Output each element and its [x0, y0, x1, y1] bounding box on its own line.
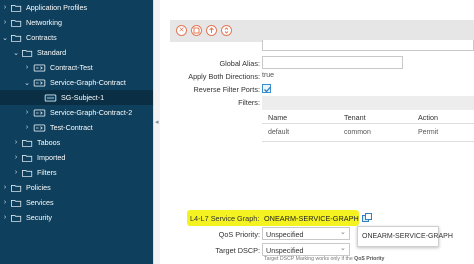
upper-input[interactable]: [262, 40, 474, 51]
tree-item-label: Services: [26, 198, 54, 207]
collapse-arrow-icon[interactable]: ◂: [155, 118, 159, 126]
filter-row-tenant[interactable]: common: [344, 129, 371, 136]
tree-item-label: Service-Graph-Contract: [50, 78, 126, 87]
tree-item-label: Standard: [37, 48, 67, 57]
tree-item-label: Service-Graph-Contract-2: [50, 108, 133, 117]
contract-icon: [33, 123, 46, 132]
upload-icon[interactable]: [206, 25, 217, 36]
tree-item[interactable]: › Policies: [0, 180, 153, 195]
service-graph-label: L4-L7 Service Graph:: [190, 214, 260, 223]
check-icon: [264, 86, 271, 93]
pane-divider[interactable]: [153, 0, 160, 264]
chevron-down-icon[interactable]: ⌄: [340, 244, 346, 252]
folder-icon: [11, 199, 22, 207]
contract-icon: [33, 108, 46, 117]
chevron-right-icon[interactable]: ›: [1, 4, 9, 11]
qos-priority-label: QoS Priority:: [218, 230, 260, 239]
folder-icon: [11, 34, 22, 42]
folder-icon: [22, 169, 33, 177]
chevron-down-icon[interactable]: ⌄: [340, 228, 346, 236]
filters-col-action[interactable]: Action: [418, 113, 438, 122]
apply-both-directions-label: Apply Both Directions:: [188, 72, 260, 81]
tree-item[interactable]: › Application Profiles: [0, 0, 153, 15]
contract-icon: [33, 63, 46, 72]
navigation-tree: › Application Profiles › Networking ⌄ Contrac…: [0, 0, 153, 264]
folder-icon: [22, 139, 33, 147]
tree-item[interactable]: › Services: [0, 195, 153, 210]
target-dscp-label: Target DSCP:: [215, 246, 260, 255]
chevron-down-icon[interactable]: ⌄: [352, 213, 358, 221]
apply-both-directions-value: true: [262, 72, 275, 79]
subject-icon: [44, 93, 57, 102]
folder-icon: [11, 4, 22, 12]
chevron-right-icon[interactable]: ›: [1, 184, 9, 191]
tree-item-label: Filters: [37, 168, 57, 177]
toolbar: ✕: [170, 20, 474, 42]
open-graph-icon[interactable]: [362, 213, 372, 223]
tree-item[interactable]: › Filters: [0, 165, 153, 180]
tree-item-label: Policies: [26, 183, 51, 192]
filters-col-tenant[interactable]: Tenant: [344, 113, 366, 122]
tree-item[interactable]: › Test-Contract: [0, 120, 153, 135]
tree-item-label: Contracts: [26, 33, 57, 42]
folder-icon: [11, 184, 22, 192]
chevron-down-icon[interactable]: ⌄: [1, 34, 9, 42]
folder-icon: [11, 19, 22, 27]
folder-icon: [22, 154, 33, 162]
tree-item[interactable]: ⌄ Contracts: [0, 30, 153, 45]
tree-item[interactable]: › Imported: [0, 150, 153, 165]
delete-icon[interactable]: ✕: [176, 25, 187, 36]
tree-item[interactable]: › Security: [0, 210, 153, 225]
filters-label: Filters:: [238, 98, 260, 107]
table-row-divider: [262, 141, 474, 142]
chevron-right-icon[interactable]: ›: [23, 124, 31, 131]
tree-item-label: Application Profiles: [26, 3, 88, 12]
chevron-right-icon[interactable]: ›: [23, 109, 31, 116]
tree-item-label: Taboos: [37, 138, 61, 147]
filter-row-action[interactable]: Permit: [418, 129, 438, 136]
tree-item[interactable]: › Contract-Test: [0, 60, 153, 75]
chevron-right-icon[interactable]: ›: [1, 199, 9, 206]
tree-item[interactable]: ⌄ Service-Graph-Contract: [0, 75, 153, 90]
service-graph-select[interactable]: ONEARM-SERVICE-GRAPH: [264, 214, 359, 223]
qos-priority-select[interactable]: Unspecified: [262, 227, 350, 240]
tree-item[interactable]: › Service-Graph-Contract-2: [0, 105, 153, 120]
folder-icon: [22, 49, 33, 57]
global-alias-label: Global Alias:: [219, 59, 260, 68]
save-icon[interactable]: [191, 25, 202, 36]
tree-item[interactable]: › Networking: [0, 15, 153, 30]
tree-item-label: Test-Contract: [50, 123, 93, 132]
service-graph-dropdown: ONEARM-SERVICE-GRAPH: [357, 226, 453, 247]
target-dscp-help: Target DSCP Marking works only if the Qo…: [264, 256, 385, 262]
tree-item-label: Security: [26, 213, 52, 222]
tree-item[interactable]: SG-Subject-1: [0, 90, 153, 105]
reverse-filter-ports-checkbox[interactable]: [262, 84, 271, 93]
tree-item-label: Contract-Test: [50, 63, 93, 72]
tree-item-label: Imported: [37, 153, 66, 162]
chevron-down-icon[interactable]: ⌄: [23, 79, 31, 87]
tree-item-label: Networking: [26, 18, 62, 27]
chevron-right-icon[interactable]: ›: [12, 154, 20, 161]
reverse-filter-ports-label: Reverse Filter Ports:: [193, 85, 261, 94]
contract-icon: [33, 78, 46, 87]
filters-toolbar: [262, 96, 474, 110]
chevron-right-icon[interactable]: ›: [1, 19, 9, 26]
chevron-right-icon[interactable]: ›: [12, 169, 20, 176]
folder-icon: [11, 214, 22, 222]
tree-item[interactable]: ⌄ Standard: [0, 45, 153, 60]
tree-item-label: SG-Subject-1: [61, 93, 105, 102]
tree-item[interactable]: › Taboos: [0, 135, 153, 150]
global-alias-input[interactable]: [262, 56, 403, 69]
filters-col-name[interactable]: Name: [268, 113, 287, 122]
dropdown-option[interactable]: ONEARM-SERVICE-GRAPH: [362, 233, 453, 240]
chevron-down-icon[interactable]: ⌄: [12, 49, 20, 57]
chevron-right-icon[interactable]: ›: [12, 139, 20, 146]
add-icon[interactable]: [221, 25, 232, 36]
chevron-right-icon[interactable]: ›: [1, 214, 9, 221]
target-dscp-select[interactable]: Unspecified: [262, 243, 350, 256]
filter-row-name[interactable]: default: [268, 129, 289, 136]
chevron-right-icon[interactable]: ›: [23, 64, 31, 71]
table-header-divider: [262, 123, 474, 124]
